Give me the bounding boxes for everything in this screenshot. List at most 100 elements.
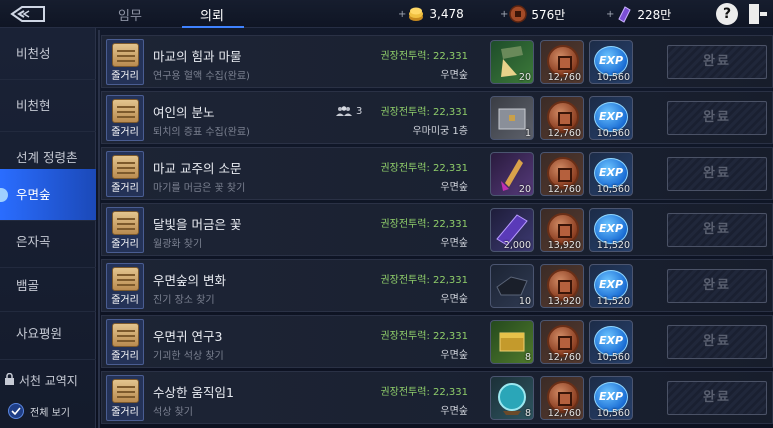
quest-category: 줄거리 bbox=[111, 183, 139, 194]
copper-coin-icon bbox=[509, 5, 528, 23]
scroll-icon bbox=[112, 155, 139, 179]
quest-screen: 임무 의뢰 + 3,478 + 576만 + 228만 ? 비천성 비천현 선계… bbox=[0, 0, 773, 428]
reward-slot[interactable]: EXP 10,560 bbox=[589, 40, 633, 84]
region-sidebar: 비천성 비천현 선계 정령촌 우면숲 은자곡 뱀골 사요평원 서천 교역지 전체… bbox=[0, 28, 96, 428]
quest-row[interactable]: 줄거리 우면귀 연구3 기괴한 석상 찾기 권장전투력: 22,331 우면숲 8 12,7… bbox=[101, 315, 773, 368]
help-button[interactable]: ? bbox=[716, 3, 738, 25]
exit-door-icon bbox=[749, 4, 767, 24]
complete-button[interactable]: 완료 bbox=[667, 381, 767, 415]
reward-count: 20 bbox=[518, 184, 531, 195]
reward-count: 10,560 bbox=[596, 408, 630, 419]
party-count: 3 bbox=[356, 106, 363, 117]
show-all-toggle[interactable]: 전체 보기 bbox=[8, 401, 70, 421]
currency-copper[interactable]: + 576만 bbox=[500, 4, 565, 24]
reward-count: 10,560 bbox=[596, 352, 630, 363]
reward-count: 10,560 bbox=[596, 184, 630, 195]
top-bar: 임무 의뢰 + 3,478 + 576만 + 228만 ? bbox=[0, 0, 773, 28]
sidebar-item-label: 선계 정령촌 bbox=[16, 150, 78, 165]
sidebar-item-bicheonhyeon[interactable]: 비천현 bbox=[0, 80, 96, 132]
copper-value: 576만 bbox=[531, 7, 566, 22]
reward-count: 13,920 bbox=[547, 240, 581, 251]
quest-title: 우면귀 연구3 bbox=[153, 329, 223, 344]
reward-slot[interactable]: 8 bbox=[490, 376, 534, 420]
list-scrollbar[interactable] bbox=[98, 30, 100, 428]
reward-count: 13,920 bbox=[547, 296, 581, 307]
currency-crystal[interactable]: + 228만 bbox=[606, 4, 671, 24]
quest-location: 우면숲 bbox=[440, 350, 468, 361]
reward-slot[interactable]: EXP 11,520 bbox=[589, 264, 633, 308]
quest-subtitle: 연구용 혈액 수집(완료) bbox=[153, 71, 250, 82]
complete-button[interactable]: 완료 bbox=[667, 101, 767, 135]
reward-count: 12,760 bbox=[547, 408, 581, 419]
quest-row[interactable]: 줄거리 우면숲의 변화 진기 장소 찾기 권장전투력: 22,331 우면숲 10 13,9… bbox=[101, 259, 773, 312]
complete-button[interactable]: 완료 bbox=[667, 269, 767, 303]
sidebar-item-bicheonseong[interactable]: 비천성 bbox=[0, 28, 96, 80]
reward-slot[interactable]: 12,760 bbox=[540, 96, 584, 140]
currency-gold[interactable]: + 3,478 bbox=[398, 4, 464, 24]
reward-slot[interactable]: 10 bbox=[490, 264, 534, 308]
sidebar-item-snake-valley[interactable]: 뱀골 bbox=[0, 260, 96, 312]
sidebar-item-sayo-plain[interactable]: 사요평원 bbox=[0, 308, 96, 360]
sidebar-item-label: 서천 교역지 bbox=[18, 374, 78, 388]
scroll-icon bbox=[112, 43, 139, 67]
tab-request[interactable]: 의뢰 bbox=[200, 5, 224, 24]
reward-slot[interactable]: 20 bbox=[490, 152, 534, 196]
reward-slot[interactable]: 12,760 bbox=[540, 320, 584, 364]
recommended-power: 권장전투력: 22,331 bbox=[380, 51, 468, 62]
quest-category: 줄거리 bbox=[111, 71, 139, 82]
reward-slot[interactable]: 13,920 bbox=[540, 264, 584, 308]
complete-button[interactable]: 완료 bbox=[667, 325, 767, 359]
quest-subtitle: 진기 장소 찾기 bbox=[153, 295, 215, 306]
quest-category: 줄거리 bbox=[111, 295, 139, 306]
sidebar-item-label: 사요평원 bbox=[16, 326, 63, 341]
active-tab-indicator bbox=[182, 26, 244, 28]
complete-button[interactable]: 완료 bbox=[667, 45, 767, 79]
reward-slot[interactable]: 13,920 bbox=[540, 208, 584, 252]
checkmark-icon bbox=[8, 403, 24, 419]
quest-location: 우마미궁 1층 bbox=[412, 126, 468, 137]
reward-slot[interactable]: EXP 10,560 bbox=[589, 320, 633, 364]
reward-slot[interactable]: EXP 10,560 bbox=[589, 376, 633, 420]
reward-slot[interactable]: 8 bbox=[490, 320, 534, 364]
quest-title: 우면숲의 변화 bbox=[153, 273, 226, 288]
reward-slot[interactable]: 1 bbox=[490, 96, 534, 140]
quest-category-icon: 줄거리 bbox=[106, 263, 144, 309]
quest-location: 우면숲 bbox=[440, 182, 468, 193]
recommended-power: 권장전투력: 22,331 bbox=[380, 163, 468, 174]
scroll-icon bbox=[112, 323, 139, 347]
reward-slot[interactable]: 12,760 bbox=[540, 40, 584, 84]
quest-row[interactable]: 줄거리 달빛을 머금은 꽃 월광화 찾기 권장전투력: 22,331 우면숲 2,000 1… bbox=[101, 203, 773, 256]
reward-slot[interactable]: 2,000 bbox=[490, 208, 534, 252]
tab-mission[interactable]: 임무 bbox=[118, 5, 142, 24]
reward-slot[interactable]: 12,760 bbox=[540, 376, 584, 420]
quest-row[interactable]: 줄거리 마교의 힘과 마물 연구용 혈액 수집(완료) 권장전투력: 22,331 우면… bbox=[101, 35, 773, 88]
reward-slot[interactable]: 20 bbox=[490, 40, 534, 84]
complete-button[interactable]: 완료 bbox=[667, 157, 767, 191]
plus-icon: + bbox=[500, 8, 509, 20]
reward-slot[interactable]: EXP 10,560 bbox=[589, 152, 633, 196]
active-indicator bbox=[0, 188, 8, 202]
quest-title: 수상한 움직임1 bbox=[153, 385, 234, 400]
reward-slot[interactable]: EXP 11,520 bbox=[589, 208, 633, 252]
quest-row[interactable]: 줄거리 여인의 분노 퇴치의 증표 수집(완료) 3 권장전투력: 22,331 우마미궁… bbox=[101, 91, 773, 144]
quest-subtitle: 기괴한 석상 찾기 bbox=[153, 351, 224, 362]
quest-row[interactable]: 줄거리 마교 교주의 소문 마기를 머금은 꽃 찾기 권장전투력: 22,331 우면숲… bbox=[101, 147, 773, 200]
scroll-icon bbox=[112, 379, 139, 403]
quest-category: 줄거리 bbox=[111, 239, 139, 250]
reward-slot[interactable]: EXP 10,560 bbox=[589, 96, 633, 140]
quest-location: 우면숲 bbox=[440, 70, 468, 81]
back-button[interactable] bbox=[0, 0, 60, 28]
complete-button[interactable]: 완료 bbox=[667, 213, 767, 247]
quest-category-icon: 줄거리 bbox=[106, 207, 144, 253]
quest-category-icon: 줄거리 bbox=[106, 95, 144, 141]
quest-category-icon: 줄거리 bbox=[106, 375, 144, 421]
reward-slot[interactable]: 12,760 bbox=[540, 152, 584, 196]
scroll-icon bbox=[112, 267, 139, 291]
sidebar-item-umyeon-forest[interactable]: 우면숲 bbox=[0, 169, 96, 221]
reward-count: 20 bbox=[518, 72, 531, 83]
sidebar-item-locked[interactable]: 서천 교역지 bbox=[0, 366, 96, 396]
crystal-icon bbox=[618, 6, 632, 23]
exit-button[interactable] bbox=[748, 2, 768, 26]
quest-row[interactable]: 줄거리 수상한 움직임1 석상 찾기 권장전투력: 22,331 우면숲 8 12,760 E… bbox=[101, 371, 773, 424]
lock-icon bbox=[5, 372, 14, 385]
